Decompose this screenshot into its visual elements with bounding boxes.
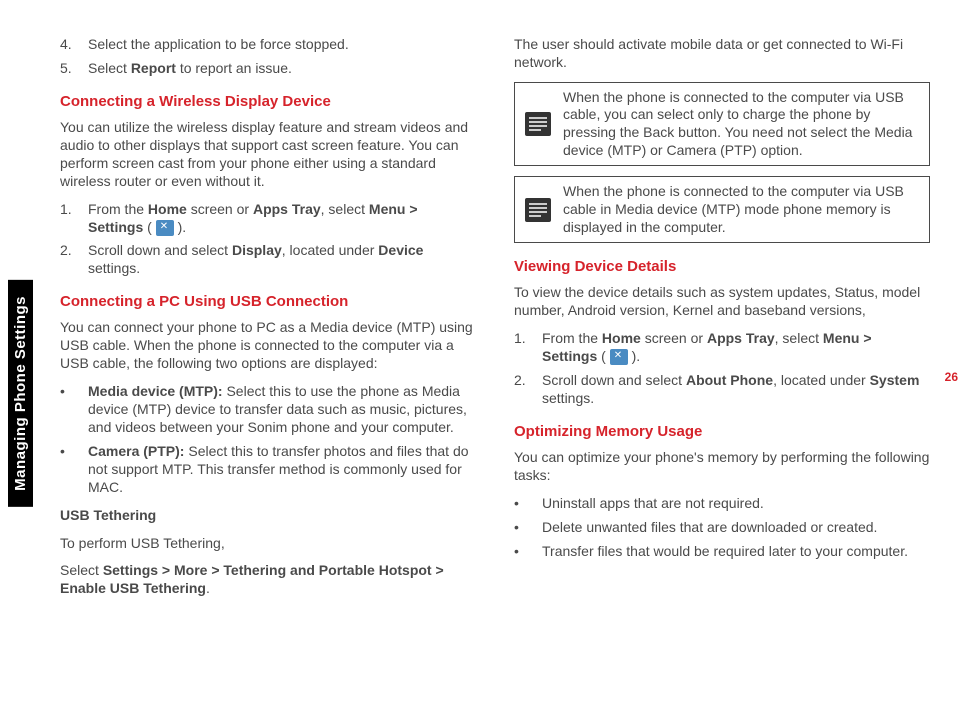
step-text: Scroll down and select About Phone, loca… <box>542 372 930 408</box>
step-number: 2. <box>60 242 88 278</box>
note-text: When the phone is connected to the compu… <box>561 177 929 242</box>
text: ). <box>174 219 186 235</box>
paragraph: The user should activate mobile data or … <box>514 36 930 72</box>
bullet: • <box>514 543 542 561</box>
step-number: 2. <box>514 372 542 408</box>
bold-text: Display <box>232 242 282 258</box>
text: , select <box>321 201 369 217</box>
step-text: Scroll down and select Display, located … <box>88 242 476 278</box>
text: Select <box>60 562 103 578</box>
step-number: 4. <box>60 36 88 54</box>
paragraph: You can optimize your phone's memory by … <box>514 449 930 485</box>
step-text: Select Report to report an issue. <box>88 60 476 78</box>
bullet-item: • Uninstall apps that are not required. <box>514 495 930 513</box>
bullet-item: • Media device (MTP): Select this to use… <box>60 383 476 437</box>
notepad-icon <box>523 110 553 138</box>
settings-icon <box>156 220 174 236</box>
bold-text: Apps Tray <box>253 201 321 217</box>
section-heading: Optimizing Memory Usage <box>514 422 930 441</box>
page-number: 26 <box>945 370 958 384</box>
bold-text: Camera (PTP): <box>88 443 188 459</box>
step-number: 1. <box>60 201 88 237</box>
bullet-text: Camera (PTP): Select this to transfer ph… <box>88 443 476 497</box>
notepad-icon <box>523 196 553 224</box>
bullet-text: Delete unwanted files that are downloade… <box>542 519 930 537</box>
text: settings. <box>542 390 594 406</box>
bold-text: About Phone <box>686 372 773 388</box>
bullet: • <box>514 519 542 537</box>
list-item: 2. Scroll down and select About Phone, l… <box>514 372 930 408</box>
step-text: Select the application to be force stopp… <box>88 36 476 54</box>
list-item: 5. Select Report to report an issue. <box>60 60 476 78</box>
note-icon <box>515 177 561 242</box>
side-tab: Managing Phone Settings <box>8 280 33 507</box>
bold-text: Report <box>131 60 176 76</box>
paragraph: To view the device details such as syste… <box>514 284 930 320</box>
text: settings. <box>88 260 140 276</box>
right-column: The user should activate mobile data or … <box>514 36 930 608</box>
bullet-item: • Delete unwanted files that are downloa… <box>514 519 930 537</box>
note-text: When the phone is connected to the compu… <box>561 83 929 166</box>
bullet-text: Media device (MTP): Select this to use t… <box>88 383 476 437</box>
section-heading: Connecting a PC Using USB Connection <box>60 292 476 311</box>
step-number: 1. <box>514 330 542 366</box>
bold-text: Settings > More > Tethering and Portable… <box>60 562 444 596</box>
text: ( <box>143 219 155 235</box>
paragraph: To perform USB Tethering, <box>60 535 476 553</box>
bold-text: System <box>870 372 920 388</box>
section-heading: Viewing Device Details <box>514 257 930 276</box>
bullet: • <box>60 443 88 497</box>
text: , located under <box>282 242 379 258</box>
step-text: From the Home screen or Apps Tray, selec… <box>542 330 930 366</box>
bold-text: Home <box>602 330 641 346</box>
text: , select <box>775 330 823 346</box>
paragraph: You can connect your phone to PC as a Me… <box>60 319 476 373</box>
step-text: From the Home screen or Apps Tray, selec… <box>88 201 476 237</box>
bullet: • <box>514 495 542 513</box>
text: . <box>206 580 210 596</box>
text: ( <box>597 348 609 364</box>
paragraph: Select Settings > More > Tethering and P… <box>60 562 476 598</box>
bold-text: Device <box>378 242 423 258</box>
note-box: When the phone is connected to the compu… <box>514 176 930 243</box>
left-column: 4. Select the application to be force st… <box>60 36 476 608</box>
bold-text: Home <box>148 201 187 217</box>
list-item: 2. Scroll down and select Display, locat… <box>60 242 476 278</box>
subheading: USB Tethering <box>60 507 476 525</box>
section-heading: Connecting a Wireless Display Device <box>60 92 476 111</box>
bullet-item: • Camera (PTP): Select this to transfer … <box>60 443 476 497</box>
note-icon <box>515 83 561 166</box>
text: , located under <box>773 372 870 388</box>
text: From the <box>88 201 148 217</box>
bullet-item: • Transfer files that would be required … <box>514 543 930 561</box>
text: screen or <box>187 201 253 217</box>
text: to report an issue. <box>176 60 292 76</box>
list-item: 1. From the Home screen or Apps Tray, se… <box>514 330 930 366</box>
text: Scroll down and select <box>542 372 686 388</box>
text: Scroll down and select <box>88 242 232 258</box>
bullet: • <box>60 383 88 437</box>
settings-icon <box>610 349 628 365</box>
bold-text: Media device (MTP): <box>88 383 226 399</box>
bullet-text: Transfer files that would be required la… <box>542 543 930 561</box>
note-box: When the phone is connected to the compu… <box>514 82 930 167</box>
text: screen or <box>641 330 707 346</box>
page-content: 4. Select the application to be force st… <box>0 0 970 648</box>
text: From the <box>542 330 602 346</box>
paragraph: You can utilize the wireless display fea… <box>60 119 476 191</box>
list-item: 1. From the Home screen or Apps Tray, se… <box>60 201 476 237</box>
text: ). <box>628 348 640 364</box>
bullet-text: Uninstall apps that are not required. <box>542 495 930 513</box>
list-item: 4. Select the application to be force st… <box>60 36 476 54</box>
text: Select <box>88 60 131 76</box>
step-number: 5. <box>60 60 88 78</box>
bold-text: Apps Tray <box>707 330 775 346</box>
